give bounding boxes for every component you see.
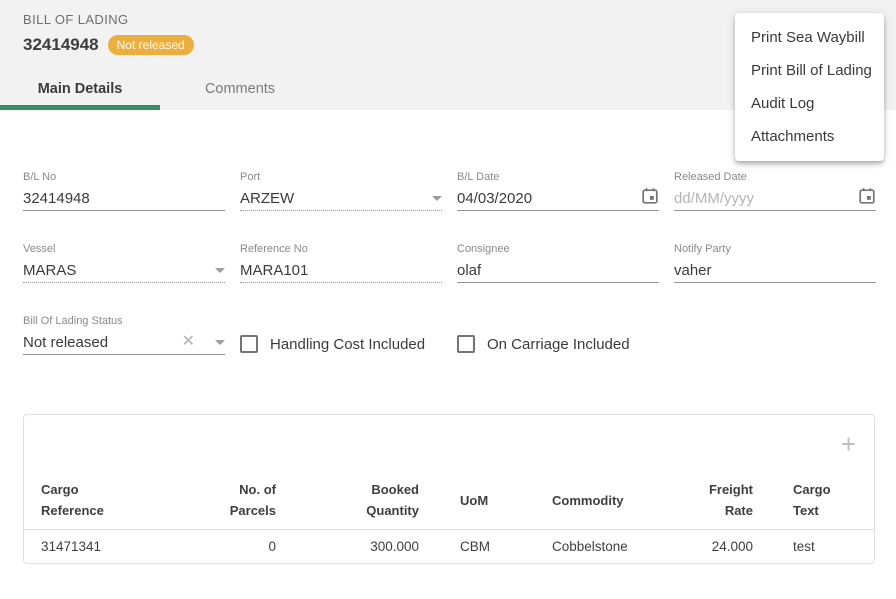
bl-no-field: B/L No xyxy=(23,171,225,211)
col-freight-rate: Freight Rate xyxy=(664,455,753,530)
reference-no-input[interactable] xyxy=(240,262,442,279)
cargo-table: Cargo Reference No. of Parcels Booked Qu… xyxy=(24,455,874,563)
port-select[interactable]: ARZEW xyxy=(240,189,442,211)
col-uom: UoM xyxy=(419,455,544,530)
tab-bar: Main Details Comments xyxy=(0,68,320,110)
cargo-card-toolbar: + xyxy=(24,415,874,455)
col-cargo-text: Cargo Text xyxy=(753,455,874,530)
released-date-label: Released Date xyxy=(674,171,876,184)
col-commodity: Commodity xyxy=(544,455,664,530)
menu-item-audit-log[interactable]: Audit Log xyxy=(735,87,884,120)
reference-no-label: Reference No xyxy=(240,243,442,256)
notify-party-field: Notify Party xyxy=(674,243,876,283)
bl-no-label: B/L No xyxy=(23,171,225,184)
consignee-field: Consignee xyxy=(457,243,659,283)
handling-cost-checkbox[interactable] xyxy=(240,335,258,353)
handling-cost-checkbox-field: Handling Cost Included xyxy=(240,315,442,355)
tab-comments[interactable]: Comments xyxy=(160,68,320,110)
notify-party-input[interactable] xyxy=(674,262,876,279)
cell-cargo-text: test xyxy=(753,530,874,564)
vessel-label: Vessel xyxy=(23,243,225,256)
released-date-field: Released Date xyxy=(674,171,876,211)
bl-no-input[interactable] xyxy=(23,190,225,207)
menu-item-attachments[interactable]: Attachments xyxy=(735,120,884,153)
cell-booked-quantity: 300.000 xyxy=(276,530,419,564)
port-field: Port ARZEW xyxy=(240,171,442,211)
chevron-down-icon[interactable] xyxy=(215,268,225,273)
clear-icon[interactable]: ✕ xyxy=(182,334,195,350)
notify-party-label: Notify Party xyxy=(674,243,876,256)
tab-main-details[interactable]: Main Details xyxy=(0,68,160,110)
reference-no-field: Reference No xyxy=(240,243,442,283)
table-row[interactable]: 31471341 0 300.000 CBM Cobbelstone 24.00… xyxy=(24,530,874,564)
bl-status-label: Bill Of Lading Status xyxy=(23,315,225,328)
tab-main-details-label: Main Details xyxy=(38,81,123,97)
vessel-value: MARAS xyxy=(23,262,209,279)
cargo-table-header-row: Cargo Reference No. of Parcels Booked Qu… xyxy=(24,455,874,530)
chevron-down-icon[interactable] xyxy=(432,196,442,201)
vessel-field: Vessel MARAS xyxy=(23,243,225,283)
on-carriage-checkbox-label: On Carriage Included xyxy=(487,336,630,353)
bl-status-select[interactable]: Not released ✕ xyxy=(23,333,225,355)
on-carriage-checkbox-field: On Carriage Included xyxy=(457,315,659,355)
col-booked-quantity: Booked Quantity xyxy=(276,455,419,530)
consignee-input[interactable] xyxy=(457,262,659,279)
cell-no-of-parcels: 0 xyxy=(184,530,276,564)
tab-comments-label: Comments xyxy=(205,81,275,97)
handling-cost-checkbox-label: Handling Cost Included xyxy=(270,336,425,353)
calendar-icon[interactable] xyxy=(641,187,659,210)
actions-menu: Print Sea Waybill Print Bill of Lading A… xyxy=(735,13,884,161)
chevron-down-icon[interactable] xyxy=(215,340,225,345)
col-no-of-parcels: No. of Parcels xyxy=(184,455,276,530)
released-date-input[interactable] xyxy=(674,190,852,207)
col-cargo-reference: Cargo Reference xyxy=(24,455,184,530)
cell-cargo-reference: 31471341 xyxy=(24,530,184,564)
cell-freight-rate: 24.000 xyxy=(664,530,753,564)
vessel-select[interactable]: MARAS xyxy=(23,261,225,283)
bl-status-value: Not released xyxy=(23,334,182,351)
cell-commodity: Cobbelstone xyxy=(544,530,664,564)
status-badge: Not released xyxy=(108,35,194,55)
bl-date-field: B/L Date xyxy=(457,171,659,211)
bl-status-field: Bill Of Lading Status Not released ✕ xyxy=(23,315,225,355)
add-cargo-icon[interactable]: + xyxy=(841,433,856,455)
port-value: ARZEW xyxy=(240,190,426,207)
calendar-icon[interactable] xyxy=(858,187,876,210)
bl-date-input[interactable] xyxy=(457,190,635,207)
cargo-card: + Cargo Reference No. of Parcels Booked … xyxy=(23,414,875,564)
bl-date-label: B/L Date xyxy=(457,171,659,184)
port-label: Port xyxy=(240,171,442,184)
active-tab-indicator xyxy=(0,105,160,110)
on-carriage-checkbox[interactable] xyxy=(457,335,475,353)
document-number: 32414948 xyxy=(23,35,99,55)
cell-uom: CBM xyxy=(419,530,544,564)
consignee-label: Consignee xyxy=(457,243,659,256)
menu-item-print-bill-of-lading[interactable]: Print Bill of Lading xyxy=(735,54,884,87)
menu-item-print-sea-waybill[interactable]: Print Sea Waybill xyxy=(735,21,884,54)
